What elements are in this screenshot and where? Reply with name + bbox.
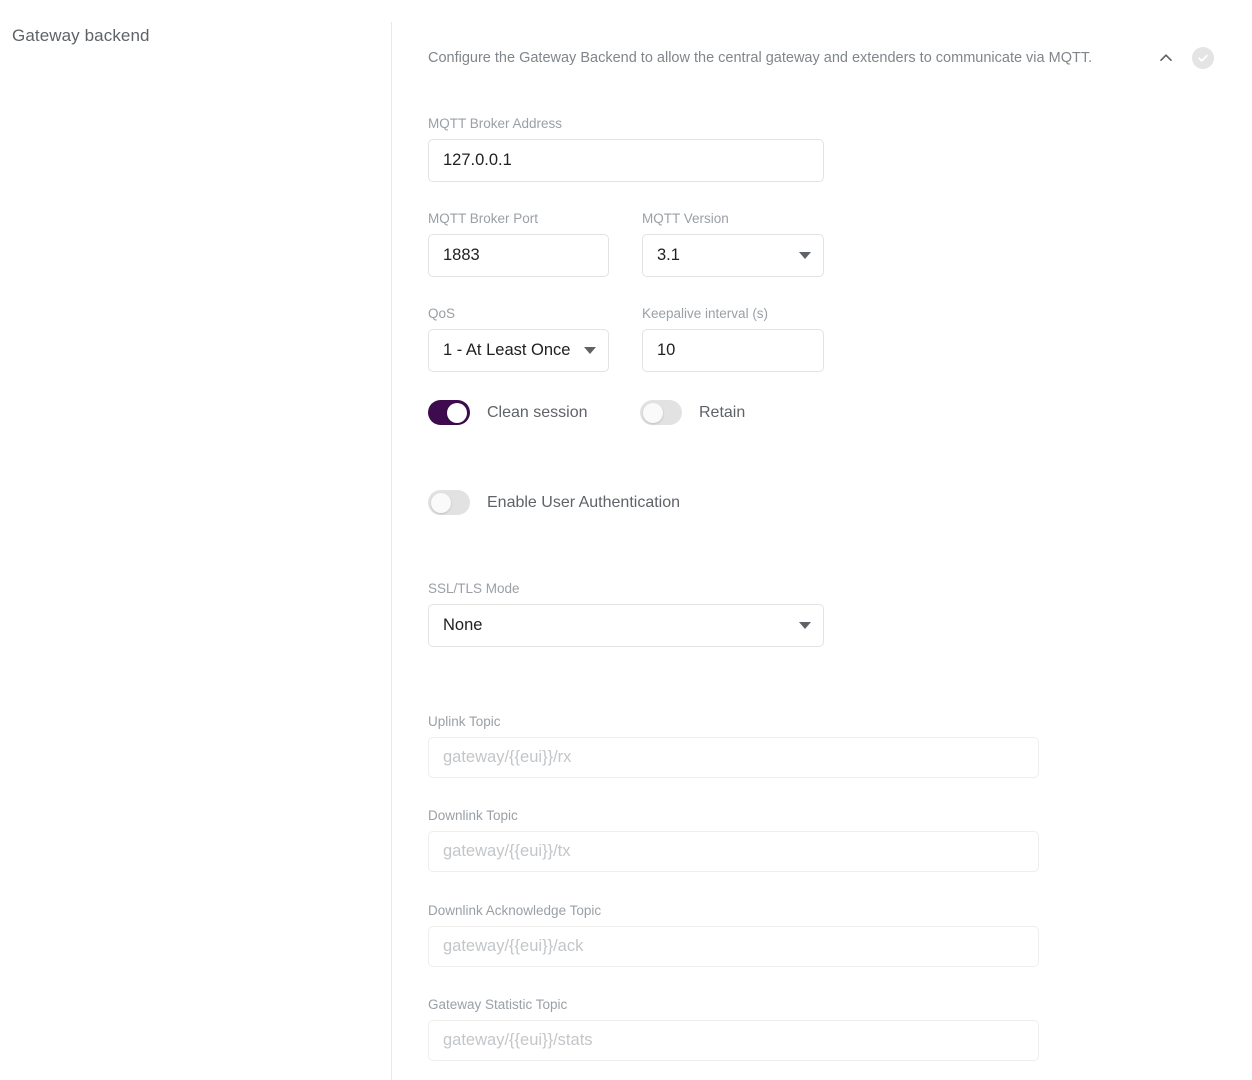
section-description: Configure the Gateway Backend to allow t… [428,50,1093,66]
field-label: MQTT Version [642,211,729,226]
chevron-down-icon [584,347,596,354]
field-label: Downlink Topic [428,808,518,823]
field-downlink-topic: Downlink Topic gateway/{{eui}}/tx [428,807,1039,872]
retain-label: Retain [699,403,746,421]
field-placeholder: gateway/{{eui}}/stats [443,1031,593,1050]
mqtt-version-select[interactable]: 3.1 [642,234,824,277]
field-placeholder: gateway/{{eui}}/rx [443,748,572,767]
field-label: Uplink Topic [428,714,501,729]
field-label: QoS [428,306,456,321]
toggle-knob [643,402,663,423]
field-value: 127.0.0.1 [443,151,512,170]
toggle-knob [447,402,467,423]
mqtt-broker-address-input[interactable]: 127.0.0.1 [428,139,824,182]
gateway-statistic-topic-input[interactable]: gateway/{{eui}}/stats [428,1020,1039,1061]
qos-select[interactable]: 1 - At Least Once [428,329,609,372]
field-qos: QoS 1 - At Least Once [428,305,609,372]
field-placeholder: gateway/{{eui}}/tx [443,842,571,861]
field-uplink-topic: Uplink Topic gateway/{{eui}}/rx [428,713,1039,778]
field-mqtt-version: MQTT Version 3.1 [642,210,824,277]
chevron-up-icon [1157,49,1175,67]
enable-user-authentication-toggle-row[interactable]: Enable User Authentication [428,490,680,515]
downlink-topic-input[interactable]: gateway/{{eui}}/tx [428,831,1039,872]
field-keepalive-interval: Keepalive interval (s) 10 [642,305,824,372]
field-label: MQTT Broker Port [428,211,539,226]
enable-user-authentication-label: Enable User Authentication [487,493,681,511]
field-label: MQTT Broker Address [428,116,563,131]
field-label: Keepalive interval (s) [642,306,769,321]
field-value: 10 [657,341,676,360]
ssl-tls-mode-select[interactable]: None [428,604,824,647]
field-value: None [443,616,483,635]
field-mqtt-broker-port: MQTT Broker Port 1883 [428,210,609,277]
field-label: Gateway Statistic Topic [428,997,568,1012]
field-value: 1 - At Least Once [443,341,571,360]
clean-session-label: Clean session [487,403,588,421]
downlink-acknowledge-topic-input[interactable]: gateway/{{eui}}/ack [428,926,1039,967]
check-circle-icon [1192,47,1214,69]
enable-user-authentication-toggle[interactable] [428,490,470,515]
field-value: 1883 [443,246,480,265]
collapse-section-button[interactable] [1154,46,1178,70]
page-root: Gateway backend Configure the Gateway Ba… [0,0,1252,1080]
right-pane: Configure the Gateway Backend to allow t… [392,0,1252,1080]
chevron-down-icon [799,252,811,259]
field-value: 3.1 [657,246,680,265]
left-pane: Gateway backend [0,0,391,1080]
field-ssl-tls-mode: SSL/TLS Mode None [428,580,824,647]
keepalive-interval-input[interactable]: 10 [642,329,824,372]
page-title: Gateway backend [12,26,150,45]
retain-toggle[interactable] [640,400,682,425]
field-placeholder: gateway/{{eui}}/ack [443,937,584,956]
toggle-knob [431,492,451,513]
field-downlink-acknowledge-topic: Downlink Acknowledge Topic gateway/{{eui… [428,902,1039,967]
header-actions [1154,46,1214,70]
field-label: SSL/TLS Mode [428,581,520,596]
field-label: Downlink Acknowledge Topic [428,903,602,918]
field-mqtt-broker-address: MQTT Broker Address 127.0.0.1 [428,115,824,182]
field-gateway-statistic-topic: Gateway Statistic Topic gateway/{{eui}}/… [428,996,1039,1061]
clean-session-toggle-row[interactable]: Clean session [428,400,588,425]
chevron-down-icon [799,622,811,629]
clean-session-toggle[interactable] [428,400,470,425]
mqtt-broker-port-input[interactable]: 1883 [428,234,609,277]
retain-toggle-row[interactable]: Retain [640,400,745,425]
uplink-topic-input[interactable]: gateway/{{eui}}/rx [428,737,1039,778]
